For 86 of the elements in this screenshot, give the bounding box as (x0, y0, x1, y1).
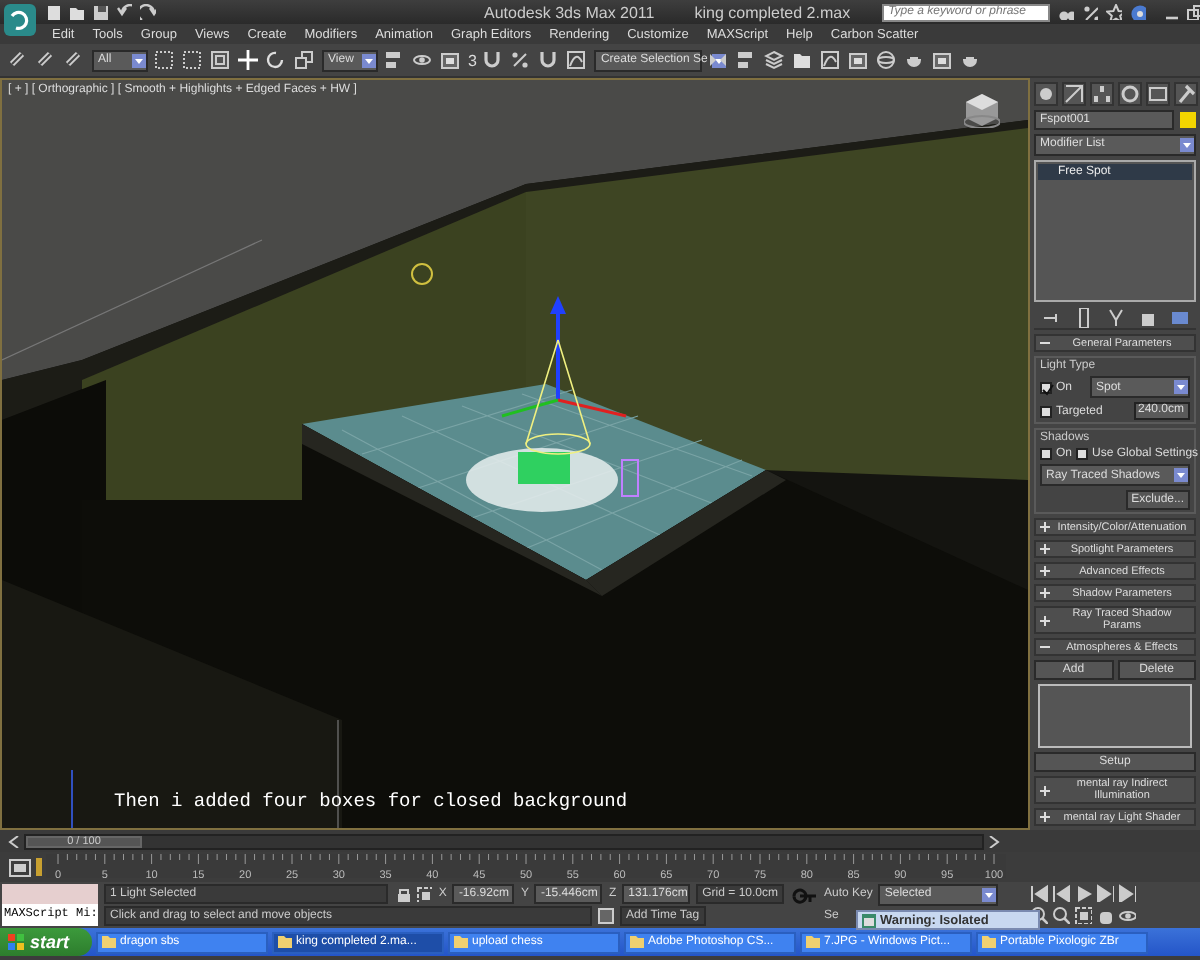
dropdown-arrow-icon (1174, 468, 1188, 483)
scale-icon[interactable] (294, 49, 316, 71)
chain-link-icon[interactable] (36, 49, 58, 71)
file-name: king completed 2.max (694, 3, 851, 21)
effects-list[interactable] (1038, 684, 1192, 749)
magnet-icon[interactable] (538, 49, 561, 71)
folder-icon[interactable] (68, 4, 84, 20)
help-icon[interactable] (1130, 4, 1147, 20)
dropdown-arrow-icon (1174, 380, 1188, 395)
dropdown-arrow-icon (982, 887, 997, 901)
folder-icon (630, 936, 644, 948)
folder-icon (806, 936, 820, 948)
fork-icon[interactable] (1105, 307, 1125, 328)
star-icon[interactable] (1106, 4, 1123, 20)
object-color-swatch[interactable] (1180, 112, 1196, 128)
time-tag-icon[interactable] (598, 908, 614, 924)
restore-icon[interactable] (1186, 4, 1200, 20)
zoom-extents-icon[interactable] (1074, 906, 1092, 924)
folder-icon (982, 936, 996, 948)
orbit-icon[interactable] (412, 49, 434, 71)
zoom-icon[interactable] (1052, 906, 1070, 924)
minus-icon (1040, 338, 1050, 349)
orbit-icon[interactable] (1118, 906, 1136, 924)
next-frame-icon[interactable] (1096, 884, 1114, 902)
app-logo-icon[interactable] (4, 4, 36, 36)
curve-editor-icon[interactable] (566, 49, 589, 71)
select-region-icon[interactable] (154, 49, 176, 71)
lock-icon[interactable] (394, 886, 411, 902)
command-panel-tab[interactable] (1118, 82, 1142, 106)
warning-window-icon (862, 913, 876, 927)
windows-flag-icon (8, 934, 24, 950)
dropdown-arrow-icon (132, 53, 146, 67)
dropdown-arrow-icon (1180, 137, 1194, 152)
curve-editor-icon[interactable] (820, 49, 843, 71)
sphere-icon[interactable] (876, 49, 899, 71)
create-tab-icon (1036, 84, 1056, 104)
viewport-caption: Then i added four boxes for closed background (114, 790, 628, 812)
redo-icon[interactable] (140, 4, 156, 20)
chain-link-icon[interactable] (8, 49, 30, 71)
folder-icon (278, 936, 292, 948)
checkbox[interactable] (1076, 448, 1089, 461)
percent-snap-icon[interactable] (1082, 4, 1099, 20)
previous-frame-icon[interactable] (1052, 884, 1070, 902)
bar-icon[interactable] (1073, 307, 1093, 328)
key-marker-icon (36, 858, 42, 876)
window-title: Autodesk 3ds Max 2011 (484, 3, 655, 21)
undo-icon[interactable] (116, 4, 132, 20)
hammer-icon (1176, 84, 1196, 104)
command-panel-tab[interactable] (1062, 82, 1086, 106)
zoom-extents-icon[interactable] (416, 886, 433, 902)
timeline-ruler[interactable] (57, 853, 995, 864)
checkbox[interactable] (1040, 448, 1052, 461)
filmstrip-icon[interactable] (8, 857, 32, 877)
checkbox[interactable] (1040, 381, 1052, 394)
folder-icon[interactable] (792, 49, 815, 71)
folder-icon (454, 936, 468, 948)
align-icon[interactable] (384, 49, 406, 71)
select-window-icon[interactable] (210, 49, 232, 71)
display-tab-icon (1148, 84, 1168, 104)
render-frame-icon[interactable] (848, 49, 871, 71)
chain-link-icon[interactable] (64, 49, 86, 71)
go-to-start-icon[interactable] (1030, 884, 1048, 902)
command-panel-tab[interactable] (1090, 82, 1114, 106)
select-region-icon[interactable] (182, 49, 204, 71)
view-cube-icon[interactable] (964, 92, 1000, 128)
command-panel-tab[interactable] (1146, 82, 1170, 106)
motion-tab-icon (1120, 84, 1140, 104)
modify-tab-icon (1064, 84, 1084, 104)
folder-icon (102, 936, 116, 948)
mirror-icon[interactable] (708, 49, 731, 71)
command-panel-tab[interactable] (1034, 82, 1058, 106)
start-button[interactable]: start (0, 928, 92, 956)
move-icon[interactable] (238, 49, 260, 71)
dropdown-arrow-icon (362, 53, 376, 67)
rotate-icon[interactable] (266, 49, 288, 71)
render-frame-icon[interactable] (932, 49, 955, 71)
checkbox[interactable] (1040, 405, 1052, 418)
command-panel-tab[interactable] (1174, 82, 1198, 106)
percent-snap-icon[interactable] (510, 49, 533, 71)
render-frame-icon[interactable] (440, 49, 462, 71)
document-icon[interactable] (44, 4, 60, 20)
go-to-end-icon[interactable] (1118, 884, 1136, 902)
hierarchy-tab-icon (1092, 84, 1112, 104)
magnet-icon[interactable] (482, 49, 505, 71)
snap-toggle[interactable]: 3 (468, 51, 477, 69)
layers-icon[interactable] (764, 49, 787, 71)
